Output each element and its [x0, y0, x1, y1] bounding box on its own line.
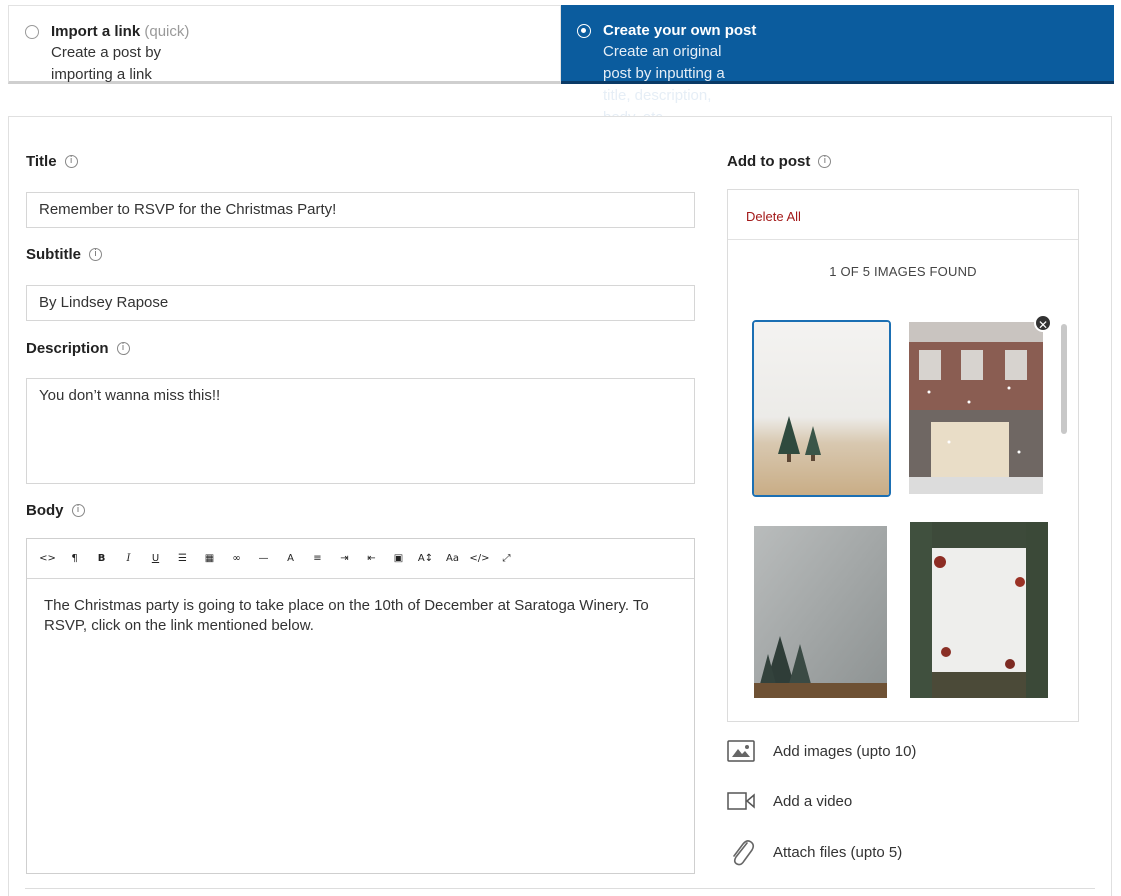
- add-images-label: Add images (upto 10): [773, 742, 917, 760]
- pine-wreath-image: [910, 522, 1048, 698]
- title-input[interactable]: Remember to RSVP for the Christmas Party…: [26, 192, 695, 228]
- image-thumbnail-selected[interactable]: [752, 320, 891, 497]
- image-thumbnail[interactable]: [754, 526, 887, 698]
- indent-icon[interactable]: ⇥: [331, 544, 358, 574]
- info-icon[interactable]: i: [71, 504, 85, 517]
- bold-icon[interactable]: B: [88, 544, 115, 574]
- info-icon[interactable]: i: [89, 248, 102, 261]
- concrete-trees-image: [754, 526, 887, 698]
- code-view-icon[interactable]: <>: [34, 544, 61, 574]
- info-icon[interactable]: i: [116, 342, 130, 355]
- font-size-icon[interactable]: A↕: [412, 544, 439, 574]
- editor-toolbar: <> ¶ B I U ☰ ▦ ∞ — A ≡ ⇥ ⇤ ▣ A↕ Aa </> ⤢: [27, 539, 694, 579]
- description-textarea[interactable]: You don’t wanna miss this!!: [26, 378, 695, 484]
- remove-image-icon[interactable]: ✕: [1034, 314, 1052, 332]
- image-icon: [727, 740, 757, 762]
- add-video-button[interactable]: Add a video: [727, 788, 852, 814]
- text-color-icon[interactable]: A: [277, 544, 304, 574]
- subtitle-label: Subtitle i: [26, 246, 102, 263]
- create-post-radio[interactable]: [577, 24, 591, 38]
- body-editor: <> ¶ B I U ☰ ▦ ∞ — A ≡ ⇥ ⇤ ▣ A↕ Aa </> ⤢ The Christmas pa…: [26, 538, 695, 874]
- html-icon[interactable]: </>: [466, 544, 493, 574]
- import-link-option[interactable]: Import a link (quick) Create a post by i…: [8, 5, 561, 84]
- font-family-icon[interactable]: Aa: [439, 544, 466, 574]
- italic-icon[interactable]: I: [115, 544, 142, 574]
- attach-files-label: Attach files (upto 5): [773, 843, 903, 861]
- divider: [25, 888, 1095, 889]
- post-mode-tabs: Import a link (quick) Create a post by i…: [8, 5, 1115, 126]
- attach-files-button[interactable]: Attach files (upto 5): [727, 837, 903, 867]
- bullet-list-icon[interactable]: ☰: [169, 544, 196, 574]
- storefront-image: [909, 322, 1043, 494]
- delete-all-link[interactable]: Delete All: [746, 209, 801, 224]
- info-icon[interactable]: i: [64, 155, 78, 168]
- paperclip-icon: [727, 837, 757, 867]
- align-left-icon[interactable]: ≡: [304, 544, 331, 574]
- description-label: Description i: [26, 340, 130, 357]
- image-thumbnail[interactable]: [909, 322, 1043, 494]
- video-camera-icon: [727, 790, 757, 812]
- info-icon[interactable]: i: [818, 155, 832, 168]
- media-gallery: Delete All 1 OF 5 IMAGES FOUND ✕: [727, 189, 1079, 722]
- subtitle-input[interactable]: By Lindsey Rapose: [26, 285, 695, 321]
- outdent-icon[interactable]: ⇤: [358, 544, 385, 574]
- body-label: Body i: [26, 502, 85, 519]
- insert-image-icon[interactable]: ▣: [385, 544, 412, 574]
- divider: [728, 239, 1078, 240]
- horizontal-rule-icon[interactable]: —: [250, 544, 277, 574]
- import-link-hint: (quick): [144, 23, 190, 40]
- link-icon[interactable]: ∞: [223, 544, 250, 574]
- fullscreen-icon[interactable]: ⤢: [493, 544, 520, 574]
- post-form-panel: Title i Remember to RSVP for the Christm…: [8, 116, 1112, 896]
- title-label: Title i: [26, 153, 78, 170]
- image-thumbnail[interactable]: [910, 522, 1048, 698]
- import-link-title: Import a link: [51, 23, 141, 40]
- table-icon[interactable]: ▦: [196, 544, 223, 574]
- add-video-label: Add a video: [773, 792, 853, 810]
- add-images-button[interactable]: Add images (upto 10): [727, 738, 916, 764]
- images-found-count: 1 OF 5 IMAGES FOUND: [829, 264, 977, 279]
- add-to-post-label: Add to post i: [727, 153, 832, 170]
- body-editor-content[interactable]: The Christmas party is going to take pla…: [27, 579, 694, 653]
- gallery-scrollbar[interactable]: [1061, 324, 1067, 434]
- underline-icon[interactable]: U: [142, 544, 169, 574]
- import-link-radio[interactable]: [25, 25, 39, 39]
- mini-trees-image: [754, 322, 889, 495]
- create-post-title: Create your own post: [603, 22, 757, 39]
- paragraph-icon[interactable]: ¶: [61, 544, 88, 574]
- create-post-option[interactable]: Create your own post Create an original …: [561, 5, 1114, 126]
